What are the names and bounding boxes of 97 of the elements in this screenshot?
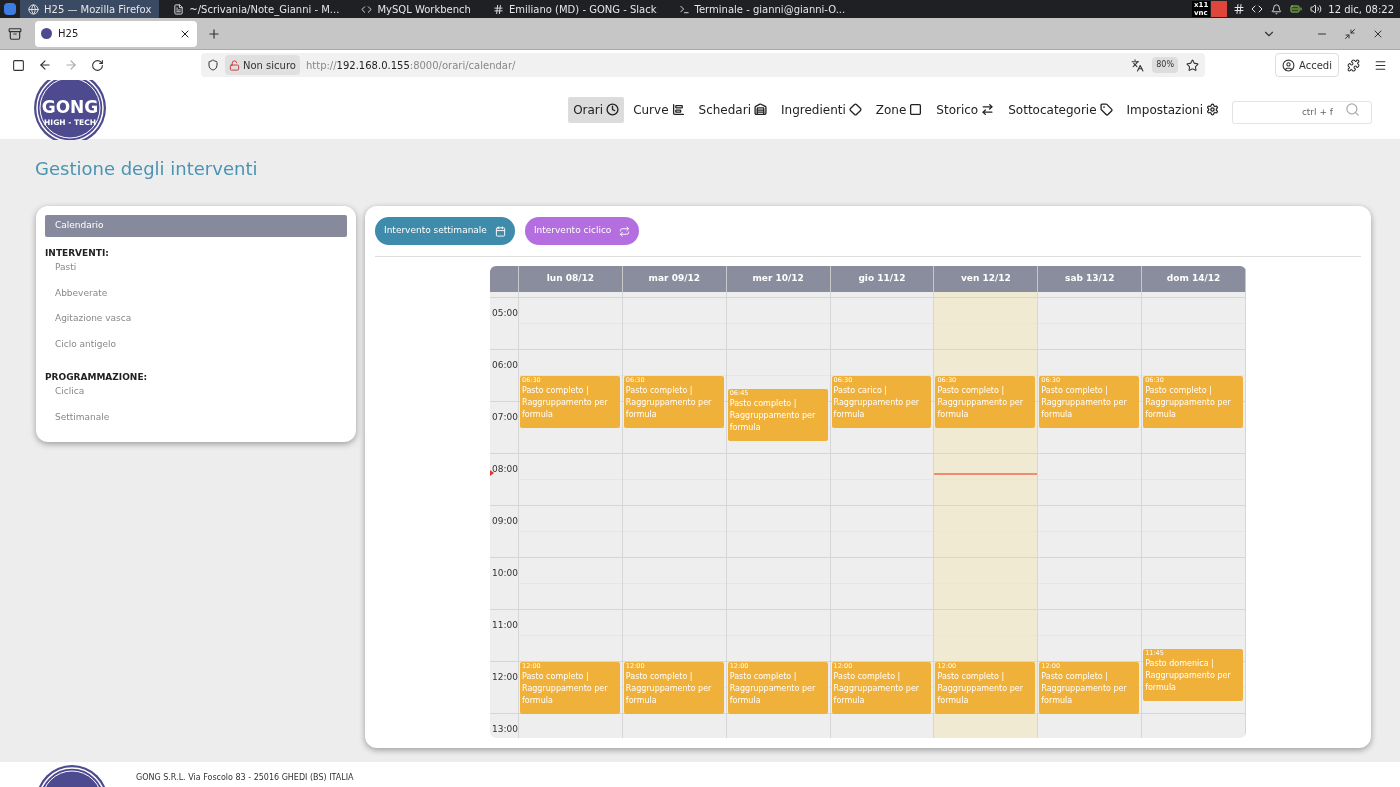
hour-label: 08:00	[492, 464, 518, 474]
taskbar-app[interactable]: MySQL Workbench	[353, 0, 479, 18]
event-title: Pasto completo | Raggruppamento per formula	[625, 671, 713, 707]
event-title: Pasto completo | Raggruppamento per formula	[625, 385, 713, 421]
event-title: Pasto completo | Raggruppamento per formula	[1041, 385, 1128, 421]
event-title: Pasto completo | Raggruppamento per formula	[1145, 385, 1232, 421]
hash-icon	[492, 3, 504, 15]
code-icon	[361, 3, 373, 15]
start-menu-icon[interactable]	[4, 3, 16, 15]
unlocked-icon	[229, 59, 240, 71]
action-button[interactable]: Intervento settimanale	[375, 217, 515, 245]
section-heading: INTERVENTI:	[45, 247, 110, 259]
taskbar-app[interactable]: ~/Scrivania/Note_Gianni - M...	[165, 0, 348, 18]
page-title: Gestione degli interventi	[35, 157, 259, 181]
code-icon	[1251, 3, 1264, 15]
sidebar-item[interactable]: Ciclica	[45, 383, 347, 409]
tab-list-icon	[8, 26, 22, 41]
notification-icon	[1271, 3, 1283, 15]
event-title: Pasto completo | Raggruppamento per formula	[937, 385, 1024, 421]
hash-icon	[1233, 3, 1246, 15]
event-title: Pasto completo | Raggruppamento per formula	[729, 398, 817, 434]
nav-link[interactable]: Impostazioni	[1121, 96, 1224, 123]
sidebar-item[interactable]: Calendario	[45, 215, 347, 237]
new-tab-icon	[207, 26, 221, 41]
action-button[interactable]: Intervento ciclico	[524, 217, 640, 245]
hour-label: 05:00	[492, 308, 518, 318]
bar-chart-icon	[671, 103, 685, 116]
footer-address: GONG S.R.L. Via Foscolo 83 - 25016 GHEDI (BS) ITALIA	[136, 772, 354, 784]
gear-icon	[1206, 103, 1219, 116]
clock[interactable]: 12 dic, 08:22	[1328, 1, 1394, 17]
document-icon	[173, 3, 185, 15]
swap-arrows-icon	[981, 103, 995, 116]
translate-icon	[1131, 58, 1145, 72]
nav-link[interactable]: Curve	[628, 96, 690, 123]
nav-link[interactable]: Sottocategorie	[1003, 96, 1118, 123]
remote-app-icon[interactable]	[1211, 1, 1228, 17]
menu-icon	[1374, 58, 1387, 72]
url-text: http://192.168.0.155:8000/orari/calendar/	[305, 58, 516, 73]
hour-label: 09:00	[492, 516, 518, 526]
reload-icon	[91, 58, 104, 72]
event-title: Pasto completo | Raggruppamento per formula	[729, 671, 817, 707]
sidebar-item[interactable]: Pasti	[45, 259, 347, 285]
security-badge[interactable]: Non sicuro	[225, 55, 300, 75]
nav-link[interactable]: Ingredienti	[776, 96, 867, 123]
sidebar-item[interactable]: Ciclo antigelo	[45, 335, 347, 361]
sidebar-item[interactable]: Abbeverate	[45, 284, 347, 310]
hour-label: 06:00	[492, 360, 518, 370]
extensions-icon	[1347, 58, 1360, 72]
event-title: Pasto completo | Raggruppamento per formula	[833, 671, 921, 707]
event-title: Pasto completo | Raggruppamento per formula	[1041, 671, 1128, 707]
warehouse-icon	[754, 103, 767, 116]
square-icon	[909, 103, 923, 116]
event-title: Pasto completo | Raggruppamento per formula	[522, 385, 609, 421]
event-title: Pasto completo | Raggruppamento per formula	[937, 671, 1024, 707]
search-field[interactable]: ctrl + f	[1232, 100, 1372, 124]
nav-link[interactable]: Schedari	[693, 96, 772, 123]
taskbar-app[interactable]: Terminale - gianni@gianni-O...	[670, 0, 854, 18]
terminal-icon	[678, 3, 690, 15]
section-heading: PROGRAMMAZIONE:	[45, 371, 149, 383]
bookmark-star-icon	[1186, 58, 1199, 72]
sidebar-item[interactable]: Settimanale	[45, 408, 347, 434]
nav-link[interactable]: Storico	[931, 96, 1000, 123]
address-bar[interactable]: Non sicuro http://192.168.0.155:8000/orari/calendar/ 80%	[201, 53, 1205, 77]
nav-link[interactable]: Orari	[568, 96, 625, 123]
account-icon	[1282, 58, 1296, 72]
clock-icon	[606, 103, 620, 116]
zoom-badge[interactable]: 80%	[1152, 57, 1178, 73]
browser-tab[interactable]: H25	[35, 20, 197, 47]
hour-label: 12:00	[492, 672, 518, 682]
site-icon	[41, 28, 52, 39]
battery-icon	[1290, 3, 1303, 15]
now-marker-icon	[490, 470, 494, 477]
sidebar-item[interactable]: Agitazione vasca	[45, 310, 347, 336]
hour-label: 11:00	[492, 620, 518, 630]
shield-icon	[207, 59, 219, 71]
taskbar-app[interactable]: H25 — Mozilla Firefox	[20, 0, 160, 18]
hour-label: 10:00	[492, 568, 518, 578]
nav-link[interactable]: Zone	[870, 96, 928, 123]
globe-icon	[28, 3, 39, 15]
tab-title: H25	[58, 27, 79, 41]
repeat-icon	[619, 225, 631, 237]
hour-label: 07:00	[492, 412, 518, 422]
event-title: Pasto completo | Raggruppamento per formula	[522, 671, 609, 707]
volume-icon	[1310, 3, 1323, 15]
sign-in-button[interactable]: Accedi	[1275, 53, 1339, 77]
restore-icon	[1344, 27, 1356, 40]
event-title: Pasto domenica | Raggruppamento per formula	[1145, 658, 1232, 694]
hour-label: 13:00	[492, 724, 518, 734]
calendar-icon	[494, 225, 506, 237]
search-icon[interactable]	[1345, 102, 1360, 117]
back-icon	[38, 58, 52, 72]
event-title: Pasto carico | Raggruppamento per formula	[833, 385, 921, 421]
tag-icon	[1099, 103, 1113, 116]
diamond-icon	[848, 103, 862, 116]
taskbar-app[interactable]: Emiliano (MD) - GONG - Slack	[484, 0, 665, 18]
forward-icon	[64, 58, 78, 72]
sidebar-icon	[12, 58, 25, 72]
